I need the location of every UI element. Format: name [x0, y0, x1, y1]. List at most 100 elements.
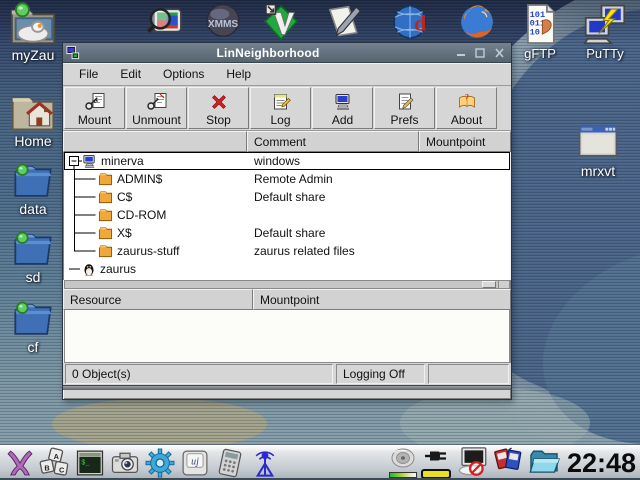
- dillo-icon: d: [389, 3, 431, 41]
- svg-text:uj: uj: [191, 456, 199, 467]
- unmount-button[interactable]: Unmount: [126, 87, 187, 129]
- menu-options[interactable]: Options: [153, 65, 214, 83]
- abc-keys-icon: ABC: [39, 447, 71, 479]
- log-button[interactable]: Log: [250, 87, 311, 129]
- tree-row-comment: Default share: [248, 190, 420, 204]
- share-folder-icon: [98, 208, 113, 222]
- tree-row-label: CD-ROM: [117, 208, 166, 222]
- mount-icon: [84, 92, 106, 112]
- desktop: XMMS d 10101110gFTP PuTTy myZau Home data sd cf…: [0, 0, 640, 480]
- desktop-icon-sd[interactable]: sd: [6, 228, 60, 285]
- documents-folder-icon: [527, 446, 561, 480]
- toolbar-button-label: Mount: [78, 113, 111, 127]
- log-icon: [270, 92, 292, 112]
- desktop-icon-data[interactable]: data: [6, 160, 60, 217]
- tree-branch-line: [68, 206, 98, 224]
- wireless-antenna-button[interactable]: [248, 447, 282, 480]
- tree-row-label: X$: [117, 226, 132, 240]
- tree-row-CD-ROM[interactable]: CD-ROM: [64, 206, 510, 224]
- tree-branch-line: [68, 188, 98, 206]
- minimize-button[interactable]: [455, 47, 468, 59]
- tree-row-zaurus[interactable]: zaurus: [64, 260, 510, 278]
- tree-expander-icon[interactable]: [68, 152, 82, 170]
- menu-file[interactable]: File: [69, 65, 108, 83]
- menu-help[interactable]: Help: [216, 65, 261, 83]
- desktop-icon-PuTTy[interactable]: PuTTy: [578, 3, 632, 61]
- keypad-button[interactable]: [213, 447, 247, 480]
- taskbar-clock[interactable]: 22:48: [565, 448, 640, 479]
- blue-folder-icon: [10, 160, 56, 200]
- titlebar[interactable]: LinNeighborhood: [63, 43, 511, 63]
- svg-text:B: B: [44, 463, 49, 472]
- prefs-button[interactable]: Prefs: [374, 87, 435, 129]
- battery-level-meter: [421, 469, 451, 479]
- memory-cards-applet[interactable]: [493, 446, 523, 480]
- tree-row-comment: Default share: [248, 226, 420, 240]
- desktop-icon-cf[interactable]: cf: [6, 298, 60, 355]
- tree-row-ADMIN$[interactable]: ADMIN$Remote Admin: [64, 170, 510, 188]
- menubar: FileEditOptionsHelp: [63, 63, 511, 86]
- scrollbar-thumb[interactable]: [482, 281, 496, 288]
- desktop-icon-myZau[interactable]: myZau: [6, 2, 60, 63]
- window-resize-edge[interactable]: [63, 385, 511, 390]
- svg-text:$_: $_: [81, 459, 90, 467]
- tree-horizontal-scrollbar[interactable]: [64, 280, 510, 289]
- tree-column-mountpoint[interactable]: Mountpoint: [419, 131, 511, 152]
- tree-row-label: zaurus: [100, 262, 136, 276]
- documents-folder-applet[interactable]: [527, 446, 561, 480]
- desktop-icon-label: cf: [28, 339, 39, 355]
- abc-keys-button[interactable]: ABC: [38, 447, 72, 480]
- x-apps-button[interactable]: [3, 447, 37, 480]
- mount-button[interactable]: Mount: [64, 87, 125, 129]
- desktop-icon-xmms[interactable]: XMMS: [196, 3, 250, 41]
- tree-column-comment[interactable]: Comment: [247, 131, 419, 152]
- terminal-button[interactable]: $_: [73, 447, 107, 480]
- desktop-icon-mrxvt[interactable]: mrxvt: [562, 120, 634, 179]
- tree-row-minerva[interactable]: minervawindows: [64, 152, 510, 170]
- toolbar-button-label: Prefs: [390, 113, 418, 127]
- image-viewer-icon: [144, 3, 186, 41]
- settings-gear-button[interactable]: [143, 447, 177, 480]
- add-icon: [332, 92, 354, 112]
- mounted-column-resource[interactable]: Resource: [63, 289, 253, 310]
- volume-level-meter: [389, 472, 417, 478]
- keyboard-key-button[interactable]: uj: [178, 447, 212, 480]
- desktop-icon-image-viewer[interactable]: [138, 3, 192, 41]
- display-off-applet[interactable]: [455, 446, 489, 480]
- desktop-icon-label: PuTTy: [586, 46, 624, 61]
- share-folder-icon: [98, 226, 113, 240]
- toolbar-button-label: Unmount: [132, 113, 181, 127]
- desktop-icon-label: data: [19, 201, 46, 217]
- desktop-icon-firefox[interactable]: [450, 3, 504, 41]
- gftp-icon: 10101110: [521, 3, 559, 45]
- close-button[interactable]: [493, 47, 506, 59]
- status-logging: Logging Off: [336, 364, 425, 384]
- screenshot-camera-button[interactable]: [108, 447, 142, 480]
- tree-row-X$[interactable]: X$ Default share: [64, 224, 510, 242]
- volume-speaker-applet[interactable]: [389, 448, 417, 478]
- about-button[interactable]: ?About: [436, 87, 497, 129]
- writer-icon: [323, 3, 363, 41]
- stop-button[interactable]: Stop: [188, 87, 249, 129]
- desktop-icon-label: gFTP: [524, 46, 556, 61]
- desktop-icon-label: mrxvt: [581, 163, 615, 179]
- tree-row-zaurus-stuff[interactable]: zaurus-stuffzaurus related files: [64, 242, 510, 260]
- menu-edit[interactable]: Edit: [110, 65, 151, 83]
- desktop-icon-writer[interactable]: [316, 3, 370, 41]
- share-folder-icon: [98, 172, 113, 186]
- add-button[interactable]: Add: [312, 87, 373, 129]
- desktop-icon-dillo[interactable]: d: [383, 3, 437, 41]
- mrxvt-icon: [574, 120, 622, 162]
- desktop-icon-gFTP[interactable]: 10101110gFTP: [513, 3, 567, 61]
- tree-branch-line: [68, 224, 98, 242]
- tree-row-label: zaurus-stuff: [117, 244, 179, 258]
- desktop-icon-label: sd: [26, 269, 41, 285]
- tree-row-C$[interactable]: C$Default share: [64, 188, 510, 206]
- wallpaper-swoosh-mid: [517, 214, 640, 475]
- tree-column-name[interactable]: [63, 131, 247, 152]
- power-plug-applet[interactable]: [421, 448, 451, 479]
- mounted-column-mountpoint[interactable]: Mountpoint: [253, 289, 511, 310]
- maximize-button[interactable]: [474, 47, 487, 59]
- desktop-icon-Home[interactable]: Home: [6, 90, 60, 149]
- desktop-icon-gvim[interactable]: [254, 3, 308, 41]
